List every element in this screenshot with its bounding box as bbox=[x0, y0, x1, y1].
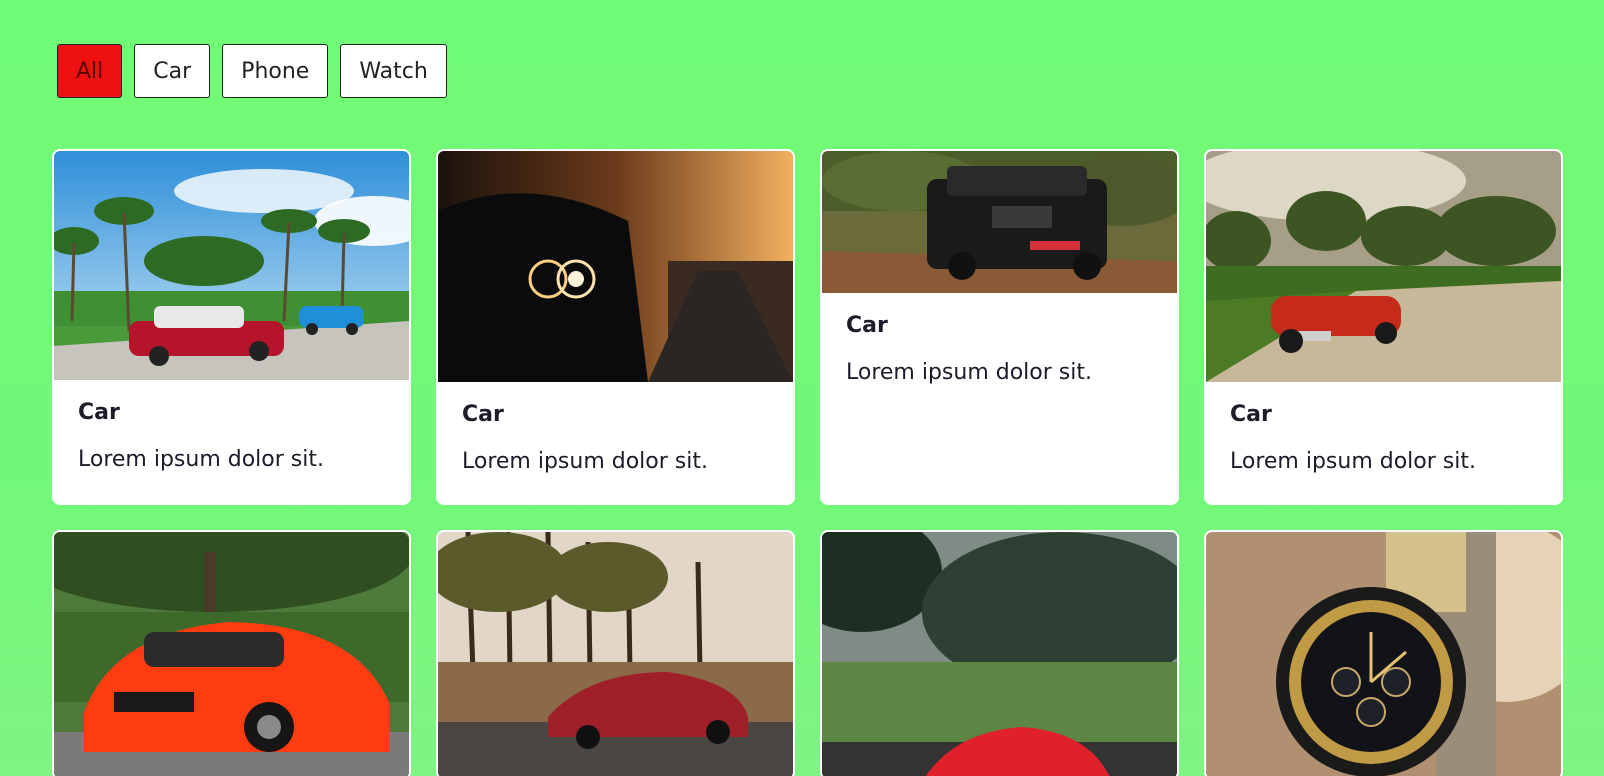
card-black-suv[interactable]: Car Lorem ipsum dolor sit. bbox=[820, 149, 1179, 505]
card-red-sportscar-forest[interactable] bbox=[436, 530, 795, 776]
filter-watch-button[interactable]: Watch bbox=[340, 44, 447, 98]
card-text: Lorem ipsum dolor sit. bbox=[78, 447, 324, 472]
filter-all-button[interactable]: All bbox=[57, 44, 123, 98]
card-image-black-suv bbox=[822, 151, 1177, 293]
card-title: Car bbox=[846, 313, 888, 338]
card-classic-cars[interactable]: Car Lorem ipsum dolor sit. bbox=[52, 149, 411, 505]
card-black-muscle-car[interactable]: Car Lorem ipsum dolor sit. bbox=[436, 149, 795, 505]
card-image-red-car-motion bbox=[822, 532, 1177, 776]
card-red-mercedes-amg[interactable] bbox=[52, 530, 411, 776]
card-image-black-muscle-car bbox=[438, 151, 793, 382]
card-body: Car Lorem ipsum dolor sit. bbox=[438, 382, 793, 498]
card-text: Lorem ipsum dolor sit. bbox=[846, 360, 1092, 385]
card-title: Car bbox=[462, 402, 504, 427]
card-title: Car bbox=[1230, 402, 1272, 427]
card-red-car-motion[interactable] bbox=[820, 530, 1179, 776]
card-body: Car Lorem ipsum dolor sit. bbox=[822, 293, 1177, 409]
card-red-convertible[interactable]: Car Lorem ipsum dolor sit. bbox=[1204, 149, 1563, 505]
card-text: Lorem ipsum dolor sit. bbox=[462, 449, 708, 474]
card-image-red-convertible bbox=[1206, 151, 1561, 382]
product-grid: Car Lorem ipsum dolor sit. Car Lorem ips… bbox=[52, 149, 1564, 776]
card-image-red-mercedes-amg bbox=[54, 532, 409, 776]
card-body: Car Lorem ipsum dolor sit. bbox=[1206, 382, 1561, 498]
card-body: Car Lorem ipsum dolor sit. bbox=[54, 380, 409, 496]
card-image-red-sportscar-forest bbox=[438, 532, 793, 776]
filter-car-button[interactable]: Car bbox=[134, 44, 211, 98]
card-image-horizen-watch bbox=[1206, 532, 1561, 776]
card-title: Car bbox=[78, 400, 120, 425]
card-horizen-watch[interactable] bbox=[1204, 530, 1563, 776]
filter-bar: All Car Phone Watch bbox=[57, 44, 447, 98]
card-image-classic-cars bbox=[54, 151, 409, 380]
filter-phone-button[interactable]: Phone bbox=[222, 44, 329, 98]
card-text: Lorem ipsum dolor sit. bbox=[1230, 449, 1476, 474]
